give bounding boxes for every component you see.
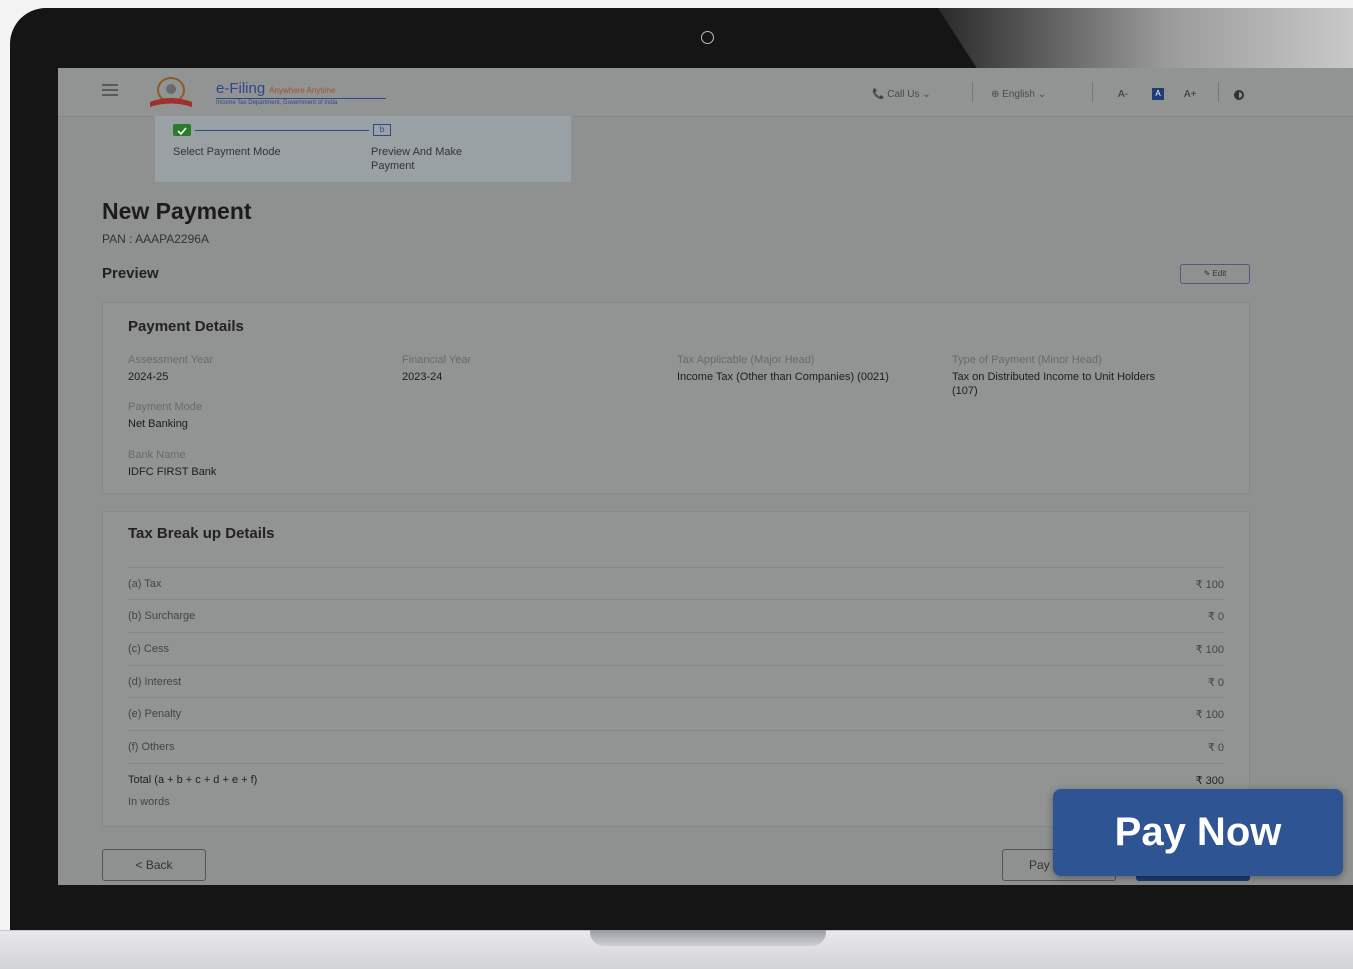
assessment-year-value: 2024-25 bbox=[128, 371, 169, 383]
efiling-logo-text[interactable]: e-Filing Anywhere Anytime bbox=[216, 80, 335, 97]
tax-row-label: (e) Penalty bbox=[128, 708, 182, 720]
tax-row-amount: ₹ 0 bbox=[1207, 742, 1224, 754]
table-row: (f) Others ₹ 0 bbox=[128, 730, 1224, 763]
tax-row-amount: ₹ 0 bbox=[1207, 677, 1224, 689]
pan-number: PAN : AAAPA2296A bbox=[102, 232, 209, 246]
in-words-label: In words bbox=[128, 796, 170, 808]
tax-row-amount: ₹ 100 bbox=[1195, 644, 1224, 656]
language-dropdown[interactable]: ⊕ English ⌄ bbox=[991, 89, 1046, 100]
tax-row-label: (a) Tax bbox=[128, 578, 162, 590]
edit-button[interactable]: ✎ Edit bbox=[1180, 264, 1250, 284]
stepper-connector bbox=[195, 130, 369, 131]
tax-row-amount: ₹ 100 bbox=[1195, 579, 1224, 591]
tax-applicable-label: Tax Applicable (Major Head) bbox=[677, 354, 815, 366]
payment-mode-value: Net Banking bbox=[128, 418, 188, 430]
header-divider bbox=[972, 82, 973, 102]
table-row: (e) Penalty ₹ 100 bbox=[128, 697, 1224, 730]
preview-heading: Preview bbox=[102, 265, 159, 282]
call-us-dropdown[interactable]: 📞 Call Us ⌄ bbox=[872, 89, 931, 100]
logo-tagline: Anywhere Anytime bbox=[269, 86, 336, 95]
back-button[interactable]: < Back bbox=[102, 849, 206, 881]
assessment-year-label: Assessment Year bbox=[128, 354, 213, 366]
logo-subtitle: Income Tax Department, Government of Ind… bbox=[216, 98, 386, 106]
header-divider bbox=[1218, 82, 1219, 102]
payment-details-title: Payment Details bbox=[128, 318, 244, 335]
laptop-notch bbox=[590, 930, 826, 946]
tax-row-label: (d) Interest bbox=[128, 676, 182, 688]
laptop-screen: e-Filing Anywhere Anytime Income Tax Depa… bbox=[58, 68, 1353, 885]
tax-row-amount: ₹ 0 bbox=[1207, 611, 1224, 623]
page-title: New Payment bbox=[102, 198, 252, 224]
top-navigation-bar: e-Filing Anywhere Anytime Income Tax Depa… bbox=[58, 68, 1353, 117]
header-divider bbox=[1092, 82, 1093, 102]
tax-row-label: (f) Others bbox=[128, 741, 175, 753]
payment-stepper: b Select Payment Mode Preview And Make P… bbox=[154, 116, 572, 183]
tax-row-label: (c) Cess bbox=[128, 643, 169, 655]
tax-row-label: (b) Surcharge bbox=[128, 610, 196, 622]
logo-title: e-Filing bbox=[216, 80, 266, 97]
pay-now-callout-button[interactable]: Pay Now bbox=[1053, 789, 1343, 876]
step-select-payment-mode[interactable]: Select Payment Mode bbox=[173, 145, 293, 159]
table-row: (b) Surcharge ₹ 0 bbox=[128, 599, 1224, 632]
bank-name-label: Bank Name bbox=[128, 449, 186, 461]
emblem-logo-icon bbox=[150, 77, 192, 107]
payment-details-card: Payment Details Assessment Year 2024-25 … bbox=[102, 302, 1250, 494]
tax-breakup-card: Tax Break up Details (a) Tax ₹ 100 (b) S… bbox=[102, 511, 1250, 827]
table-row: (c) Cess ₹ 100 bbox=[128, 632, 1224, 665]
total-row: Total (a + b + c + d + e + f) ₹ 300 bbox=[128, 763, 1224, 787]
tax-breakup-title: Tax Break up Details bbox=[128, 525, 275, 542]
font-increase-button[interactable]: A+ bbox=[1184, 89, 1197, 100]
contrast-toggle-icon[interactable] bbox=[1234, 90, 1244, 100]
financial-year-label: Financial Year bbox=[402, 354, 472, 366]
bank-name-value: IDFC FIRST Bank bbox=[128, 466, 217, 478]
hamburger-menu-icon[interactable] bbox=[102, 84, 118, 96]
bezel-reflection bbox=[938, 8, 1353, 70]
payment-mode-label: Payment Mode bbox=[128, 401, 202, 413]
total-amount: ₹ 300 bbox=[1195, 775, 1224, 787]
step-preview-make-payment[interactable]: Preview And Make Payment bbox=[371, 145, 491, 173]
tax-row-amount: ₹ 100 bbox=[1195, 709, 1224, 721]
type-of-payment-label: Type of Payment (Minor Head) bbox=[952, 354, 1102, 366]
font-decrease-button[interactable]: A- bbox=[1118, 89, 1128, 100]
step-current-marker: b bbox=[373, 124, 391, 136]
camera-icon bbox=[701, 31, 714, 44]
type-of-payment-value: Tax on Distributed Income to Unit Holder… bbox=[952, 371, 1155, 397]
total-label: Total (a + b + c + d + e + f) bbox=[128, 774, 258, 786]
tax-applicable-value: Income Tax (Other than Companies) (0021) bbox=[677, 371, 889, 383]
table-row: (d) Interest ₹ 0 bbox=[128, 665, 1224, 698]
table-row: (a) Tax ₹ 100 bbox=[128, 567, 1224, 600]
step-complete-check-icon bbox=[173, 124, 191, 136]
financial-year-value: 2023-24 bbox=[402, 371, 443, 383]
font-normal-button[interactable]: A bbox=[1152, 88, 1164, 100]
